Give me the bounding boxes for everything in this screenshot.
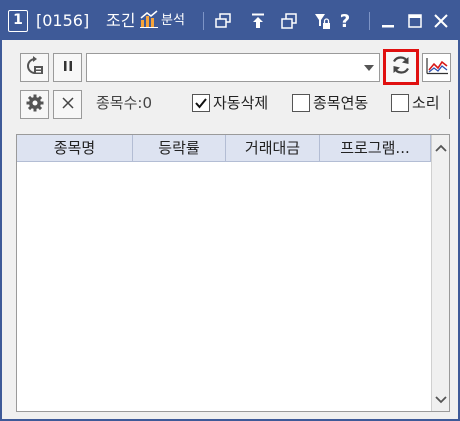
title-separator	[369, 12, 370, 30]
vertical-scrollbar[interactable]	[431, 135, 449, 411]
chart-button[interactable]	[422, 53, 451, 82]
analysis-label: 분석	[161, 13, 185, 28]
lock-settings-icon[interactable]	[311, 10, 333, 32]
sound-checkbox[interactable]: 소리	[391, 93, 440, 113]
sound-check-box[interactable]	[391, 94, 409, 112]
help-icon[interactable]: ?	[334, 10, 356, 32]
refresh-icon	[390, 54, 412, 80]
gear-icon	[26, 94, 44, 116]
pin-top-icon[interactable]	[247, 10, 269, 32]
auto-delete-checkbox[interactable]: 자동삭제	[192, 93, 268, 113]
column-header-stock-name[interactable]: 종목명	[17, 135, 133, 162]
column-header-trade-amount[interactable]: 거래대금	[226, 135, 320, 162]
bar-chart-icon	[139, 9, 159, 33]
line-chart-icon	[425, 57, 449, 79]
column-header-program[interactable]: 프로그램...	[320, 135, 431, 162]
checkmark-icon	[195, 98, 207, 109]
grid-header: 종목명 등락률 거래대금 프로그램...	[17, 135, 431, 162]
scroll-down-icon[interactable]	[432, 391, 449, 409]
auto-delete-label: 자동삭제	[213, 94, 269, 112]
analysis-button[interactable]: 분석	[139, 9, 185, 33]
settings-button[interactable]	[20, 90, 49, 119]
chevron-down-icon[interactable]	[361, 56, 377, 79]
sound-label: 소리	[412, 94, 440, 112]
stock-link-checkbox[interactable]: 종목연동	[292, 93, 368, 113]
refresh-button[interactable]	[383, 49, 419, 85]
scroll-up-icon[interactable]	[432, 139, 449, 157]
maximize-icon[interactable]	[404, 10, 426, 32]
pause-icon	[61, 58, 75, 77]
condition-search-window: 1 [0156] 조긴 분석 ? 종목수:0 자동삭제 종목연동 소리 종목명 …	[0, 0, 460, 421]
clear-button[interactable]	[53, 90, 82, 119]
window-link-icon[interactable]	[212, 10, 234, 32]
toolbar-divider	[449, 90, 450, 119]
auto-delete-check-box[interactable]	[192, 94, 210, 112]
stock-count-label: 종목수:0	[96, 94, 152, 112]
screen-name: 조긴	[106, 11, 136, 30]
title-bar[interactable]: 1 [0156] 조긴 분석 ?	[2, 2, 458, 40]
condition-load-button[interactable]	[20, 53, 49, 82]
column-header-change-rate[interactable]: 등락률	[133, 135, 226, 162]
window-copy-icon[interactable]	[278, 10, 300, 32]
result-grid[interactable]: 종목명 등락률 거래대금 프로그램...	[16, 134, 450, 412]
pause-button[interactable]	[53, 53, 82, 82]
minimize-icon[interactable]	[377, 10, 399, 32]
stock-link-check-box[interactable]	[292, 94, 310, 112]
condition-select[interactable]	[86, 53, 380, 82]
condition-load-icon	[25, 55, 45, 80]
close-icon[interactable]	[430, 10, 452, 32]
screen-code: [0156]	[36, 11, 90, 30]
title-separator	[203, 12, 204, 30]
window-number-badge: 1	[8, 10, 28, 32]
close-icon	[61, 95, 75, 114]
stock-link-label: 종목연동	[313, 94, 369, 112]
